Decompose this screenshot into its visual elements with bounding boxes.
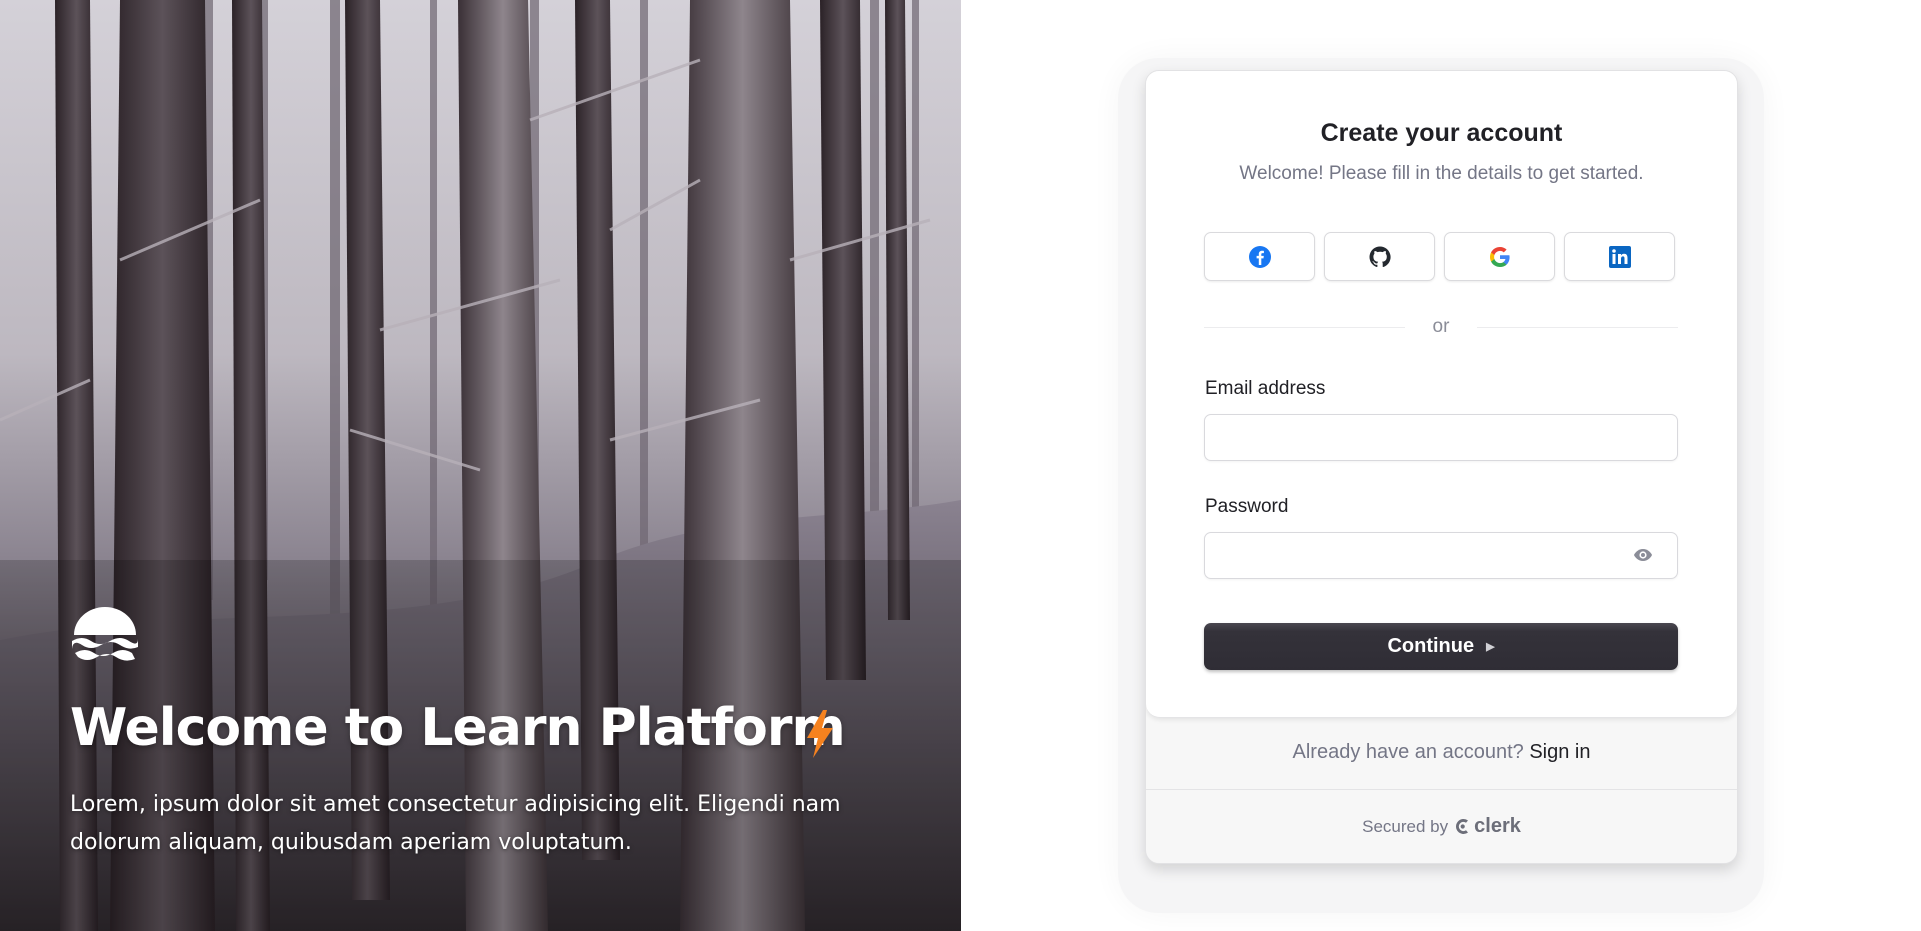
clerk-logo-icon: [1456, 819, 1469, 834]
secured-by-badge: Secured by clerk: [1146, 815, 1737, 838]
google-sign-in-button[interactable]: [1444, 232, 1555, 281]
password-label: Password: [1205, 496, 1289, 517]
clerk-logo[interactable]: clerk: [1454, 815, 1521, 838]
linkedin-icon: [1608, 245, 1631, 268]
github-icon: [1369, 246, 1391, 267]
password-field-wrapper[interactable]: [1204, 532, 1678, 579]
sign-up-form: Create your account Welcome! Please fill…: [1146, 71, 1737, 718]
sign-up-card: Create your account Welcome! Please fill…: [1145, 70, 1738, 864]
play-arrow-icon: ▶: [1486, 641, 1495, 653]
hero-panel: Welcome to Learn Platform Lorem, ipsum d…: [0, 0, 961, 931]
divider-line-left: [1204, 327, 1405, 328]
facebook-sign-in-button[interactable]: [1204, 232, 1315, 281]
github-sign-in-button[interactable]: [1324, 232, 1435, 281]
divider-text: or: [1432, 316, 1450, 337]
divider-line-right: [1477, 327, 1678, 328]
continue-button[interactable]: Continue ▶: [1204, 623, 1678, 670]
facebook-icon: [1248, 245, 1271, 268]
email-field-wrapper[interactable]: [1204, 414, 1678, 461]
secured-by-text: Secured by: [1362, 816, 1449, 836]
clerk-brand-text: clerk: [1474, 815, 1521, 837]
hero-description: Lorem, ipsum dolor sit amet consectetur …: [70, 792, 841, 855]
email-field[interactable]: [1205, 415, 1653, 458]
linkedin-sign-in-button[interactable]: [1564, 232, 1675, 281]
sign-in-prompt-text: Already have an account?: [1292, 741, 1524, 763]
email-label: Email address: [1205, 378, 1326, 399]
card-subtitle: Welcome! Please fill in the details to g…: [1239, 163, 1644, 184]
lightning-bolt-icon: [807, 710, 833, 758]
footer-divider: [1146, 789, 1737, 790]
eye-icon[interactable]: [1633, 547, 1653, 563]
sun-waves-logo-icon: [72, 607, 138, 661]
sign-in-link[interactable]: Sign in: [1529, 741, 1590, 763]
google-icon: [1489, 246, 1510, 267]
sign-in-prompt: Already have an account? Sign in: [1146, 741, 1737, 764]
hero-title: Welcome to Learn Platform: [70, 698, 846, 758]
continue-label: Continue: [1387, 635, 1475, 657]
password-field[interactable]: [1205, 533, 1653, 576]
card-title: Create your account: [1320, 119, 1563, 147]
